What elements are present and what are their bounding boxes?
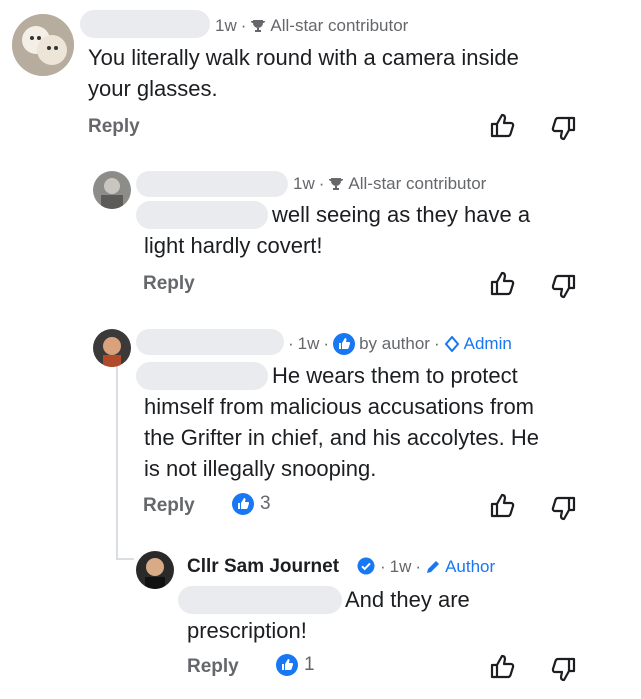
- like-icon[interactable]: [488, 112, 516, 140]
- dog-avatar-image: [12, 14, 74, 76]
- like-icon[interactable]: [488, 492, 516, 520]
- badge-label: All-star contributor: [348, 174, 487, 193]
- comment-text: He wears them to protect himself from ma…: [144, 363, 539, 481]
- like-icon[interactable]: [488, 270, 516, 298]
- comment-text: You literally walk round with a camera i…: [88, 45, 519, 101]
- dislike-icon[interactable]: [550, 655, 578, 683]
- timestamp: 1w: [293, 174, 315, 193]
- verified-badge-icon: [357, 557, 375, 575]
- admin-label: Admin: [463, 334, 512, 353]
- badge-label: All-star contributor: [270, 16, 409, 35]
- reply-button[interactable]: Reply: [88, 116, 140, 138]
- avatar-image: [136, 551, 174, 589]
- reply-button[interactable]: Reply: [143, 495, 195, 517]
- thread-line: [116, 364, 118, 560]
- like-reaction-icon: [276, 654, 298, 676]
- admin-shield-icon: [444, 336, 459, 352]
- timestamp: 1w: [215, 16, 237, 35]
- timestamp: 1w: [297, 334, 320, 353]
- comment-text: And they are prescription!: [187, 587, 470, 643]
- reaction-count[interactable]: 1: [276, 654, 315, 676]
- author-label: Author: [445, 557, 496, 576]
- avatar[interactable]: [136, 551, 174, 589]
- like-reaction-icon: [232, 493, 254, 515]
- like-count: 1: [304, 654, 315, 675]
- trophy-icon: [329, 178, 344, 190]
- like-count: 3: [260, 493, 271, 514]
- like-icon[interactable]: [488, 653, 516, 681]
- thumbs-up-badge-icon: [333, 333, 356, 355]
- comment-meta: · 1w · by author · Admin: [288, 333, 512, 355]
- avatar[interactable]: [12, 14, 74, 76]
- dislike-icon[interactable]: [550, 494, 578, 522]
- reply-button[interactable]: Reply: [187, 656, 239, 678]
- dislike-icon[interactable]: [550, 272, 578, 300]
- avatar[interactable]: [93, 171, 131, 209]
- thread-line-curve: [116, 558, 134, 560]
- comment-meta: 1w · All-star contributor: [215, 16, 409, 35]
- timestamp: 1w: [389, 557, 412, 576]
- dislike-icon[interactable]: [550, 114, 578, 142]
- avatar[interactable]: [93, 329, 131, 367]
- pencil-icon: [427, 561, 440, 573]
- avatar-image: [93, 329, 131, 367]
- reply-button[interactable]: Reply: [143, 273, 195, 295]
- redacted-name: [80, 10, 210, 38]
- comment-meta: 1w · All-star contributor: [293, 174, 487, 193]
- trophy-icon: [251, 20, 266, 32]
- avatar-image: [93, 171, 131, 209]
- comment-meta: · 1w · Author: [380, 557, 496, 576]
- reaction-count[interactable]: 3: [232, 493, 271, 515]
- by-author-label: by author: [359, 334, 430, 353]
- commenter-name[interactable]: Cllr Sam Journet: [187, 556, 339, 578]
- redacted-name: [136, 329, 284, 355]
- comment-text: well seeing as they have a light hardly …: [144, 202, 531, 258]
- redacted-name: [136, 171, 288, 197]
